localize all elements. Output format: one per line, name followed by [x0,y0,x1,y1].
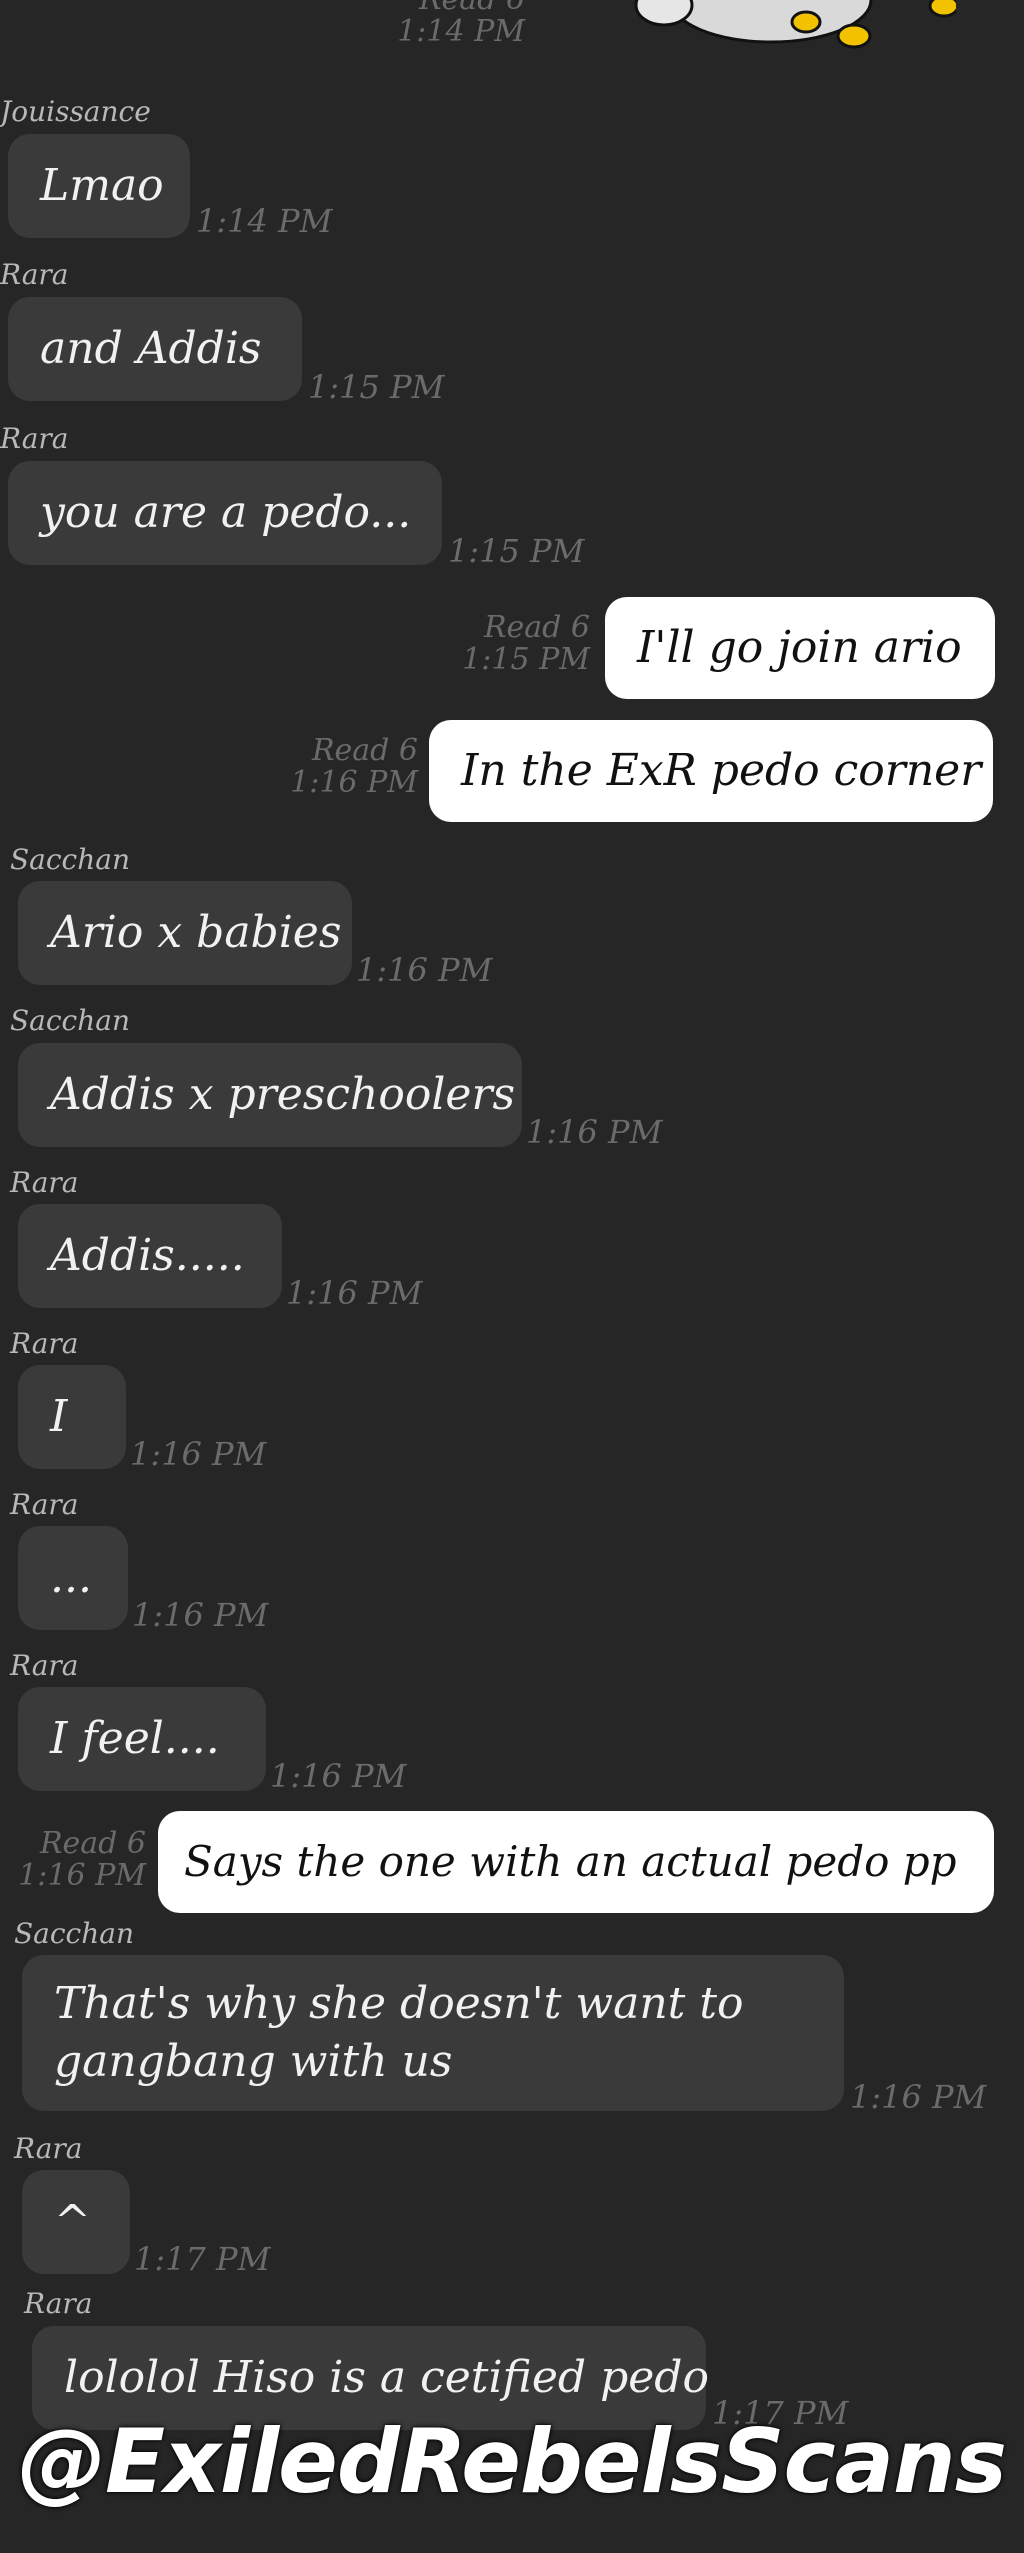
message-time: 1:16 PM [132,1596,269,1634]
sender-name: Sacchan [10,1004,130,1037]
message-bubble[interactable]: I feel.... [18,1687,266,1791]
message-bubble[interactable]: I [18,1365,126,1469]
message-bubble-outgoing[interactable]: In the ExR pedo corner [429,720,993,822]
sender-name: Rara [14,2132,83,2165]
message-time: 1:15 PM [308,368,445,406]
sender-name: Jouissance [0,95,151,128]
sender-name: Rara [0,422,69,455]
sender-name: Rara [24,2287,93,2320]
sender-name: Rara [10,1166,79,1199]
sender-name: Rara [10,1327,79,1360]
sender-name: Rara [10,1649,79,1682]
message-bubble[interactable]: Ario x babies [18,881,352,985]
message-bubble[interactable]: and Addis [8,297,302,401]
sender-name: Rara [0,258,69,291]
message-time: 1:16 PM [130,1435,267,1473]
read-receipt: Read 6 1:16 PM [18,1826,146,1893]
message-bubble-outgoing[interactable]: Says the one with an actual pedo pp [158,1811,994,1913]
sender-name: Sacchan [10,843,130,876]
message-bubble[interactable]: Addis..... [18,1204,282,1308]
message-time: 1:17 PM [134,2240,271,2278]
sender-name: Sacchan [14,1917,134,1950]
message-bubble[interactable]: Lmao [8,134,190,238]
read-receipt: Read 6 1:14 PM [397,0,525,49]
message-time: 1:15 PM [448,532,585,570]
message-bubble[interactable]: ^ [22,2170,130,2274]
message-time: 1:14 PM [196,202,333,240]
read-receipt: Read 6 1:16 PM [290,733,418,800]
read-receipt: Read 6 1:15 PM [462,610,590,677]
message-time: 1:16 PM [270,1757,407,1795]
message-time: 1:16 PM [286,1274,423,1312]
cartoon-character-sticker-icon [634,0,956,49]
sender-name: Rara [10,1488,79,1521]
message-time: 1:16 PM [526,1113,663,1151]
message-bubble[interactable]: Addis x preschoolers [18,1043,522,1147]
message-time: 1:16 PM [356,951,493,989]
message-bubble[interactable]: That's why she doesn't want to gangbang … [22,1955,844,2111]
message-bubble[interactable]: ... [18,1526,128,1630]
watermark: @ExiledRebelsScans [17,2410,1007,2513]
message-bubble[interactable]: you are a pedo... [8,461,442,565]
message-bubble-outgoing[interactable]: I'll go join ario [605,597,995,699]
message-time: 1:16 PM [850,2078,987,2116]
